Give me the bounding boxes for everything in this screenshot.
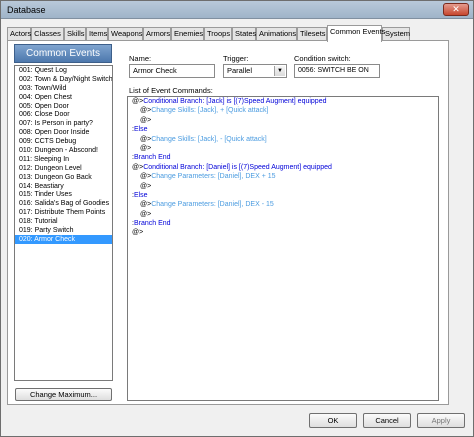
command-text: Branch End: [133, 154, 171, 162]
list-item[interactable]: 019: Party Switch: [15, 226, 112, 235]
close-icon[interactable]: ✕: [443, 3, 469, 16]
cancel-button[interactable]: Cancel: [363, 413, 411, 428]
tab-skills[interactable]: Skills: [64, 27, 86, 41]
common-events-list[interactable]: 001: Quest Log 002: Town & Day/Night Swit…: [14, 65, 113, 381]
window-title: Database: [7, 5, 46, 15]
tab-tilesets[interactable]: Tilesets: [297, 27, 327, 41]
list-item[interactable]: 012: Dungeon Level: [15, 164, 112, 173]
list-item[interactable]: 003: Town/Wild: [15, 84, 112, 93]
command-text: Conditional Branch: [Daniel] is [(7)Spee…: [143, 163, 332, 171]
command-prefix: @>: [140, 135, 152, 143]
command-text: Else: [133, 126, 148, 134]
tab-troops[interactable]: Troops: [204, 27, 232, 41]
command-prefix: @>: [132, 229, 144, 237]
command-prefix: @>: [140, 107, 152, 115]
list-item[interactable]: 004: Open Chest: [15, 93, 112, 102]
event-commands-list[interactable]: @>Conditional Branch: [Jack] is [(7)Spee…: [127, 96, 439, 401]
tab-animations[interactable]: Animations: [256, 27, 297, 41]
event-command[interactable]: :Branch End: [128, 153, 438, 162]
list-item[interactable]: 017: Distribute Them Points: [15, 208, 112, 217]
event-command[interactable]: :Else: [128, 191, 438, 200]
name-label: Name:: [129, 54, 152, 63]
tab-enemies[interactable]: Enemies: [171, 27, 204, 41]
list-item[interactable]: 006: Close Door: [15, 110, 112, 119]
command-prefix: @>: [132, 98, 144, 105]
command-prefix: @>: [140, 182, 152, 190]
event-command[interactable]: @>: [128, 144, 438, 153]
list-item[interactable]: 008: Open Door Inside: [15, 128, 112, 137]
event-command[interactable]: :Branch End: [128, 219, 438, 228]
command-prefix: @>: [132, 163, 144, 171]
command-prefix: @>: [140, 116, 152, 124]
event-command[interactable]: @>: [128, 228, 438, 237]
list-item[interactable]: 009: CCTS Debug: [15, 137, 112, 146]
event-command[interactable]: @>: [128, 210, 438, 219]
trigger-select[interactable]: Parallel ▼: [223, 64, 287, 78]
list-item[interactable]: 011: Sleeping In: [15, 155, 112, 164]
event-command[interactable]: :Else: [128, 125, 438, 134]
list-item[interactable]: 015: Tinder Uses: [15, 190, 112, 199]
command-prefix: @>: [140, 173, 152, 181]
tab-common-events[interactable]: Common Events: [327, 25, 385, 42]
list-item[interactable]: 007: Is Person in party?: [15, 119, 112, 128]
event-command[interactable]: @>Conditional Branch: [Daniel] is [(7)Sp…: [128, 163, 438, 172]
command-prefix: @>: [140, 201, 152, 209]
command-prefix: @>: [140, 144, 152, 152]
trigger-label: Trigger:: [223, 54, 249, 63]
condition-switch-label: Condition switch:: [294, 54, 351, 63]
command-text: Change Skills: [Jack], - [Quick attack]: [151, 135, 267, 143]
list-item[interactable]: 001: Quest Log: [15, 66, 112, 75]
command-text: Change Skills: [Jack], + [Quick attack]: [151, 107, 269, 115]
event-command[interactable]: @>Change Parameters: [Daniel], DEX + 15: [128, 172, 438, 181]
list-item[interactable]: 013: Dungeon Go Back: [15, 173, 112, 182]
name-input[interactable]: Armor Check: [129, 64, 215, 78]
list-item[interactable]: 014: Beastiary: [15, 182, 112, 191]
command-text: Else: [133, 191, 148, 199]
event-command[interactable]: @>Change Parameters: [Daniel], DEX - 15: [128, 200, 438, 209]
event-command[interactable]: @>Change Skills: [Jack], + [Quick attack…: [128, 106, 438, 115]
trigger-value: Parallel: [227, 66, 253, 75]
apply-button[interactable]: Apply: [417, 413, 465, 428]
list-item[interactable]: 016: Salida's Bag of Goodies: [15, 199, 112, 208]
chevron-down-icon[interactable]: ▼: [274, 66, 285, 76]
command-text: Conditional Branch: [Jack] is [(7)Speed …: [143, 98, 327, 105]
event-commands-label: List of Event Commands:: [129, 86, 213, 95]
event-command[interactable]: @>Change Skills: [Jack], - [Quick attack…: [128, 135, 438, 144]
list-item[interactable]: 005: Open Door: [15, 102, 112, 111]
tab-weapons[interactable]: Weapons: [108, 27, 143, 41]
command-text: Change Parameters: [Daniel], DEX + 15: [151, 173, 276, 181]
condition-switch-value: 0056: SWITCH BE ON: [298, 67, 369, 74]
tab-armors[interactable]: Armors: [143, 27, 171, 41]
list-item[interactable]: 010: Dungeon - Abscond!: [15, 146, 112, 155]
common-events-header: Common Events: [14, 44, 112, 63]
list-item[interactable]: 002: Town & Day/Night Switch: [15, 75, 112, 84]
change-maximum-button[interactable]: Change Maximum...: [15, 388, 112, 401]
tab-items[interactable]: Items: [86, 27, 108, 41]
event-command[interactable]: @>: [128, 116, 438, 125]
database-window: Database ✕ Actors Classes Skills Items Weapo…: [0, 0, 474, 437]
title-bar[interactable]: Database ✕: [1, 1, 473, 19]
command-prefix: @>: [140, 210, 152, 218]
tab-states[interactable]: States: [232, 27, 256, 41]
ok-button[interactable]: OK: [309, 413, 357, 428]
tab-actors[interactable]: Actors: [7, 27, 31, 41]
condition-switch-field[interactable]: 0056: SWITCH BE ON: [294, 64, 380, 78]
command-text: Change Parameters: [Daniel], DEX - 15: [151, 201, 274, 209]
tab-classes[interactable]: Classes: [31, 27, 64, 41]
command-text: Branch End: [133, 220, 171, 228]
list-item[interactable]: 018: Tutorial: [15, 217, 112, 226]
tab-system[interactable]: System: [382, 27, 410, 41]
event-command[interactable]: @>Conditional Branch: [Jack] is [(7)Spee…: [128, 97, 438, 106]
event-command[interactable]: @>: [128, 182, 438, 191]
list-item[interactable]: 020: Armor Check: [15, 234, 112, 244]
